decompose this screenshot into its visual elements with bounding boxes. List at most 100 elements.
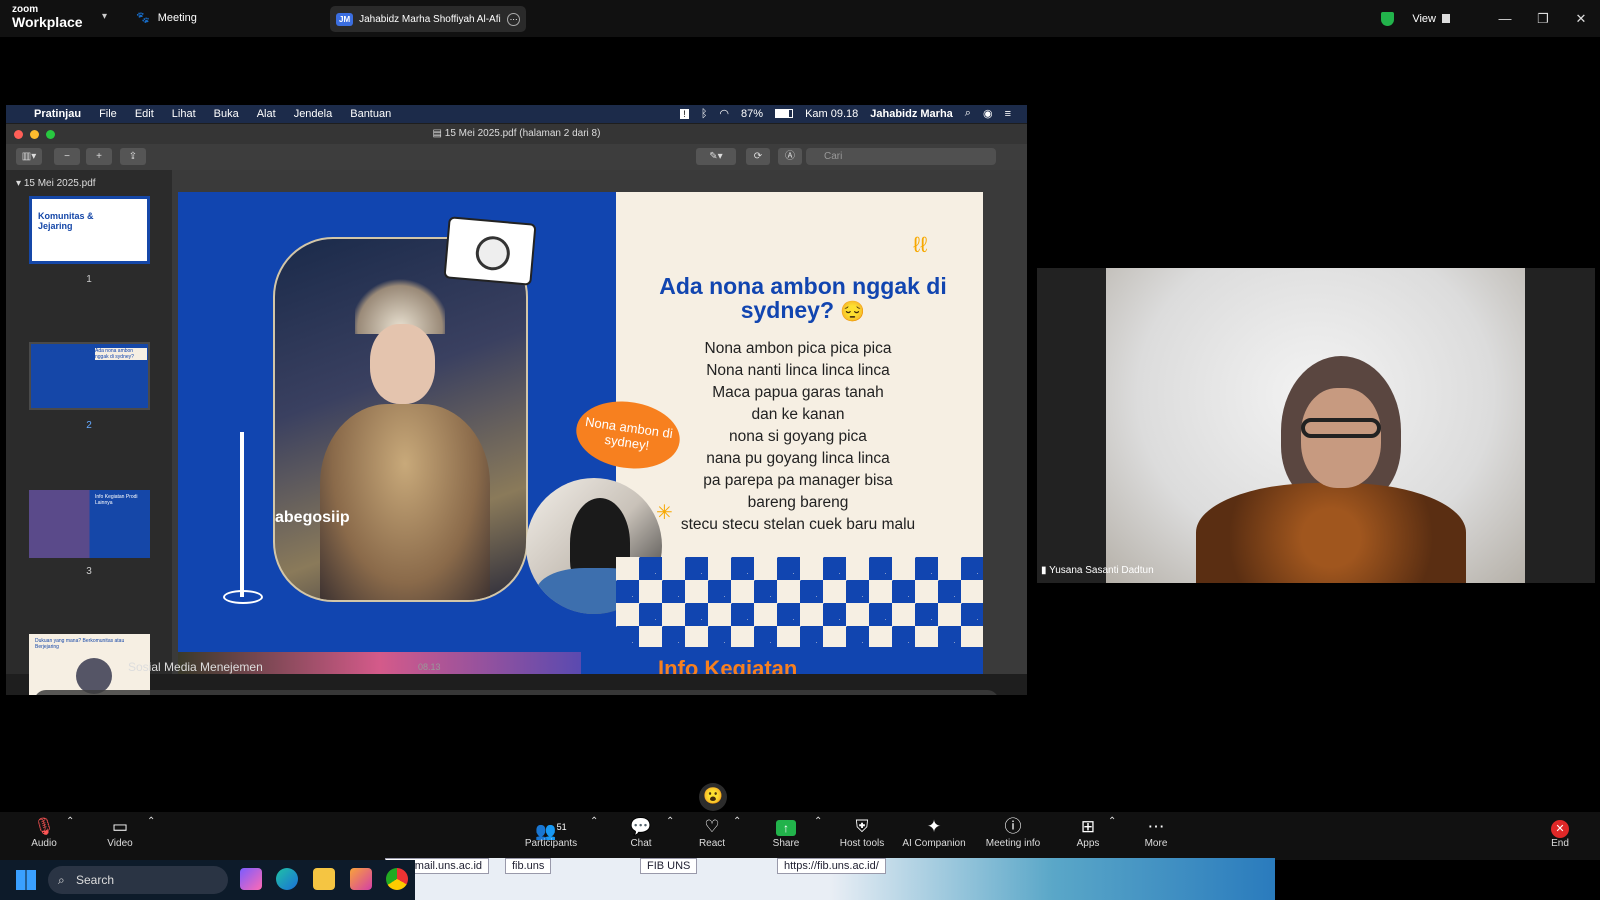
menu-help[interactable]: Bantuan — [350, 108, 391, 120]
annotate-icon[interactable]: Ⓐ — [778, 148, 802, 165]
react-button[interactable]: ♡ React — [692, 816, 732, 849]
participants-button[interactable]: 👥51 Participants — [520, 816, 582, 849]
encryption-shield-icon[interactable] — [1381, 11, 1395, 26]
apps-caret-icon[interactable]: ⌃ — [1108, 816, 1116, 827]
react-caret-icon[interactable]: ⌃ — [733, 816, 741, 827]
meeting-info-button[interactable]: ⓘ Meeting info — [982, 816, 1044, 849]
thumbnail-3-number: 3 — [86, 566, 92, 577]
menu-view[interactable]: Lihat — [172, 108, 196, 120]
lyric-line: Nona ambon pica pica pica — [704, 340, 892, 357]
more-label: More — [1144, 838, 1168, 849]
video-button[interactable]: ▭ Video — [100, 816, 140, 849]
pdf-icon: ▤ — [432, 128, 445, 139]
pdf-page-2: ℓℓ Ada nona ambon nggak di sydney? 😔 Non… — [178, 192, 983, 674]
taskbar-search[interactable]: ⌕ Search — [48, 866, 228, 894]
more-button[interactable]: ⋯ More — [1138, 816, 1174, 849]
share-button[interactable]: ↑ Share — [766, 816, 806, 849]
share-caret-icon[interactable]: ⌃ — [814, 816, 822, 827]
bluetooth-icon[interactable]: ᛒ — [701, 108, 708, 120]
thumbnail-1-number: 1 — [86, 274, 92, 285]
zoom-in-icon[interactable]: + — [86, 148, 112, 165]
audio-caret-icon[interactable]: ⌃ — [66, 816, 74, 827]
sidebar-file-label: 15 Mei 2025.pdf — [23, 178, 96, 189]
windows-start-icon[interactable] — [16, 870, 36, 890]
battery-icon[interactable] — [775, 109, 794, 118]
minimize-dot-icon[interactable] — [30, 130, 39, 139]
host-tools-button[interactable]: ⛨ Host tools — [836, 816, 888, 849]
video-camera-icon: ▭ — [111, 817, 129, 836]
close-dot-icon[interactable] — [14, 130, 23, 139]
menu-go[interactable]: Buka — [214, 108, 239, 120]
window-title: 15 Mei 2025.pdf (halaman 2 dari 8) — [444, 128, 601, 139]
edge-icon[interactable] — [276, 868, 298, 890]
thumbnail-2-number: 2 — [86, 420, 92, 431]
thumbnail-sidebar: ▾ 15 Mei 2025.pdf Komunitas & Jejaring 1… — [6, 170, 172, 695]
ai-companion-button[interactable]: ✦ AI Companion — [900, 816, 968, 849]
menu-edit[interactable]: Edit — [135, 108, 154, 120]
minimize-icon[interactable]: — — [1486, 11, 1524, 26]
lyric-line: Maca papua garas tanah — [712, 384, 884, 401]
mic-base-icon — [223, 590, 263, 604]
apps-button[interactable]: ⊞ Apps — [1072, 816, 1104, 849]
bg-tab-youtube: FIB UNS — [640, 858, 698, 874]
checker-pattern — [616, 557, 983, 647]
mic-stand-icon — [240, 432, 244, 597]
thumbnail-page-1[interactable]: Komunitas & Jejaring — [29, 196, 150, 264]
search-input[interactable]: Cari — [806, 148, 996, 165]
zoom-dot-icon[interactable] — [46, 130, 55, 139]
chat-button[interactable]: 💬 Chat — [622, 816, 660, 849]
participants-caret-icon[interactable]: ⌃ — [590, 816, 598, 827]
thumbnail-2-text: Ada nona ambon nggak di sydney? — [95, 348, 147, 360]
view-button[interactable]: View — [1412, 13, 1450, 25]
markup-pen-icon[interactable]: ✎▾ — [696, 148, 736, 165]
chat-caret-icon[interactable]: ⌃ — [666, 816, 674, 827]
battery-percent: 87% — [741, 107, 764, 120]
meeting-menu[interactable]: 🐾 Meeting — [136, 11, 197, 25]
menu-window[interactable]: Jendela — [294, 108, 333, 120]
restore-icon[interactable]: ❐ — [1524, 11, 1562, 27]
rotate-icon[interactable]: ⟳ — [746, 148, 770, 165]
audio-button[interactable]: 🎙 Audio — [24, 816, 64, 849]
participants-count: 51 — [556, 822, 567, 832]
menu-tools[interactable]: Alat — [257, 108, 276, 120]
thumbnail-page-2[interactable]: Ada nona ambon nggak di sydney? — [29, 342, 150, 410]
end-button[interactable]: ✕ End — [1545, 816, 1575, 849]
participant-video-tile[interactable]: ▮ Yusana Sasanti Dadtun — [1037, 268, 1595, 583]
menu-app-name[interactable]: Pratinjau — [34, 108, 81, 120]
sidebar-toggle-icon[interactable]: ▥▾ — [16, 148, 42, 165]
shield-icon: ⛨ — [855, 817, 869, 836]
siri-icon[interactable]: ◉ — [983, 107, 993, 120]
search-label: Search — [76, 873, 115, 887]
wifi-icon[interactable]: ◠ — [719, 107, 729, 120]
menu-user[interactable]: Jahabidz Marha — [870, 108, 953, 120]
chevron-down-icon[interactable]: ▾ — [102, 11, 107, 22]
menu-file[interactable]: File — [99, 108, 117, 120]
speaker-initials: JM — [336, 12, 354, 26]
photo-watermark: abegosiip — [275, 509, 350, 526]
instagram-icon[interactable] — [350, 868, 372, 890]
more-icon[interactable]: ⋯ — [507, 12, 520, 26]
video-caret-icon[interactable]: ⌃ — [147, 816, 155, 827]
chrome-taskbar-icon[interactable] — [386, 868, 408, 890]
end-x-icon: ✕ — [1545, 816, 1575, 838]
zoom-out-icon[interactable]: − — [54, 148, 80, 165]
apps-label: Apps — [1076, 838, 1100, 849]
thumbnail-page-3[interactable]: Info Kegiatan Prodi Lainnya — [29, 490, 150, 558]
notification-banner[interactable]: Sosial Media Menejemen 08.13 — [76, 658, 476, 694]
singer-photo: abegosiip — [273, 237, 528, 602]
share-icon[interactable]: ⇪ — [120, 148, 146, 165]
lyrics-block: Nona ambon pica pica pica Nona nanti lin… — [648, 338, 948, 536]
active-speaker-pill[interactable]: JM Jahabidz Marha Shoffiyah Al-Afiz ⋯ — [330, 6, 526, 32]
copilot-icon[interactable] — [240, 868, 262, 890]
file-explorer-icon[interactable] — [313, 868, 335, 890]
participant-name-label: ▮ Yusana Sasanti Dadtun — [1041, 565, 1154, 576]
sidebar-file-name[interactable]: ▾ 15 Mei 2025.pdf — [16, 178, 96, 189]
spotlight-icon[interactable]: ⌕ — [965, 107, 971, 120]
sad-emoji-icon: 😔 — [840, 301, 866, 323]
close-icon[interactable]: ✕ — [1562, 11, 1600, 27]
end-label: End — [1551, 838, 1569, 849]
alert-icon[interactable]: ! — [680, 108, 689, 119]
signal-icon: ▮ — [1041, 565, 1050, 576]
control-center-icon[interactable]: ≡ — [1005, 108, 1011, 120]
shared-screen: Pratinjau File Edit Lihat Buka Alat Jend… — [6, 105, 1027, 695]
